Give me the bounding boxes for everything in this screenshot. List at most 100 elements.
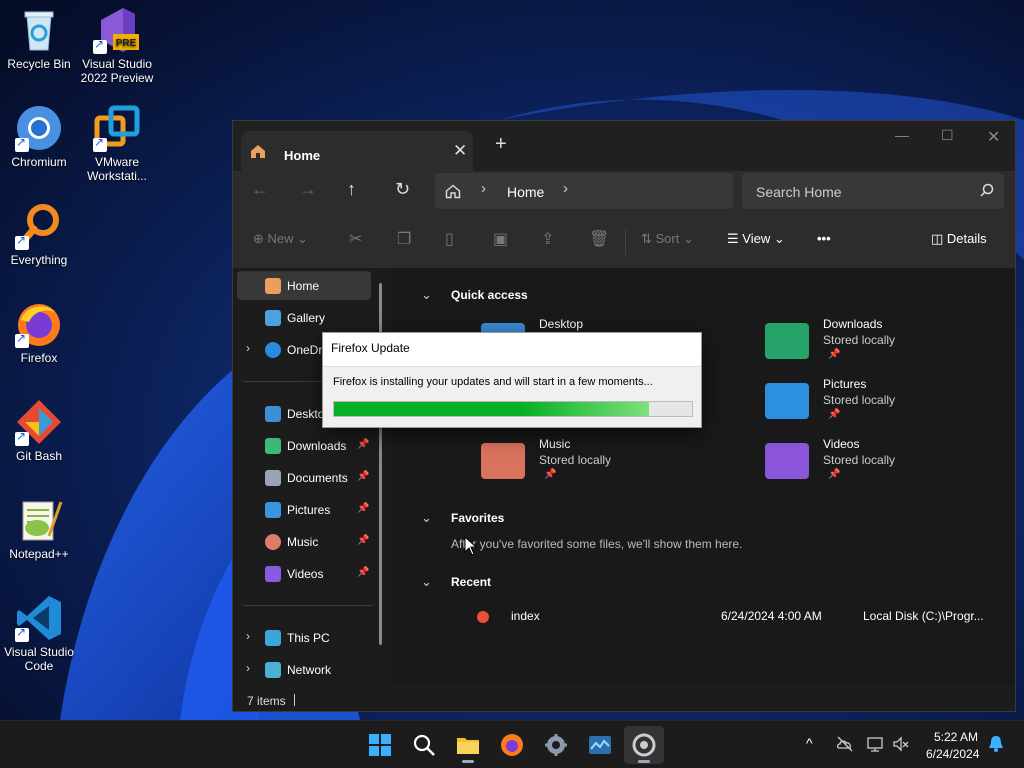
sidebar-item-gallery[interactable]: Gallery [237,303,371,332]
forward-button[interactable]: → [299,179,317,200]
pin-icon: 📌 [357,439,370,450]
copy-icon[interactable]: ❐ [397,229,411,249]
file-explorer-icon [457,738,479,754]
sort-button[interactable]: ⇅ Sort ⌄ [641,231,694,247]
taskbar: ^ 5:22 AM 6/24/2024 [0,720,1024,768]
taskbar-firefox-updater[interactable] [624,726,664,764]
sidebar-item-documents[interactable]: Documents 📌 [237,463,371,492]
address-bar[interactable]: › Home › [435,173,733,209]
sidebar-item-videos[interactable]: Videos 📌 [237,559,371,588]
desktop-icon-firefox[interactable]: Firefox [0,300,78,365]
desktop-icon-chromium[interactable]: Chromium [0,104,78,169]
dialog-title-bar[interactable]: Firefox Update [323,333,701,367]
cut-icon[interactable]: ✂ [349,229,362,249]
notification-bell-icon[interactable] [988,735,1004,753]
firefox-updater-icon [632,733,656,757]
desktop-icon-vscode[interactable]: Visual Studio Code [0,594,78,673]
breadcrumb-home[interactable]: Home [507,184,544,200]
expand-chevron-icon[interactable]: › [246,661,250,675]
taskbar-task-manager[interactable] [580,726,620,764]
command-bar: ⊕ New ⌄ ✂ ❐ ▯ ▣ ⇪ 🗑 ⇅ Sort ⌄ ☰ View ⌄ ••… [233,215,1015,269]
taskbar-search-button[interactable] [404,726,444,764]
collapse-chevron-icon[interactable]: ⌄ [421,510,432,526]
volume-muted-icon[interactable] [892,735,910,753]
folder-videos[interactable]: Videos Stored locally 📌 [765,437,985,491]
taskbar-firefox[interactable] [492,726,532,764]
sidebar-item-home[interactable]: Home [237,271,371,300]
music-icon [265,534,281,550]
section-quick-access[interactable]: ⌄ Quick access [421,287,621,307]
pictures-folder-icon [765,383,809,419]
close-button[interactable]: ✕ [987,127,1000,147]
folder-music[interactable]: Music Stored locally 📌 [481,437,701,491]
tab-home[interactable]: Home ✕ [241,131,473,171]
shortcut-arrow-icon [15,331,29,348]
expand-chevron-icon[interactable]: › [246,629,250,643]
network-icon[interactable] [866,735,884,753]
sidebar-item-pictures[interactable]: Pictures 📌 [237,495,371,524]
breadcrumb-chevron-icon[interactable]: › [481,180,486,197]
section-recent[interactable]: ⌄ Recent [421,574,621,594]
back-button[interactable]: ← [251,179,269,200]
breadcrumb-chevron-icon[interactable]: › [563,180,568,197]
sidebar-item-music[interactable]: Music 📌 [237,527,371,556]
desktop-icon-everything[interactable]: Everything [0,202,78,267]
videos-icon [265,566,281,582]
start-button[interactable] [360,726,400,764]
status-separator [294,694,295,706]
more-options-button[interactable]: ••• [817,231,831,246]
running-indicator [462,760,474,763]
sidebar-item-network[interactable]: › Network [237,655,371,684]
recent-file-location: Local Disk (C:)\Progr... [863,609,984,623]
sidebar-item-downloads[interactable]: Downloads 📌 [237,431,371,460]
folder-downloads[interactable]: Downloads Stored locally 📌 [765,317,985,371]
desktop-icon-git-bash[interactable]: Git Bash [0,398,78,463]
clock-time[interactable]: 5:22 AM [934,730,978,744]
tab-close-button[interactable]: ✕ [453,141,467,161]
home-icon [265,278,281,294]
clock-date[interactable]: 6/24/2024 [926,747,979,761]
mouse-cursor-icon [464,536,478,556]
shortcut-arrow-icon [15,625,29,642]
new-tab-button[interactable]: + [495,133,507,156]
tray-overflow-chevron-icon[interactable]: ^ [806,735,813,751]
minimize-button[interactable]: — [895,127,909,143]
paste-icon[interactable]: ▯ [445,229,454,249]
sidebar-separator [243,605,373,606]
search-input[interactable]: Search Home [742,173,1004,209]
search-placeholder: Search Home [756,184,842,200]
up-button[interactable]: ↑ [347,179,356,200]
item-count: 7 items [247,694,286,708]
shortcut-arrow-icon [15,135,29,152]
section-title: Quick access [451,288,528,302]
details-button[interactable]: ◫ Details [931,231,987,247]
folder-pictures[interactable]: Pictures Stored locally 📌 [765,377,985,431]
view-button[interactable]: ☰ View ⌄ [727,231,785,247]
maximize-button[interactable]: ☐ [941,127,954,144]
rename-icon[interactable]: ▣ [493,229,508,249]
section-favorites[interactable]: ⌄ Favorites [421,510,621,530]
delete-icon[interactable]: 🗑 [589,229,609,249]
taskbar-settings[interactable] [536,726,576,764]
pin-icon: 📌 [357,567,370,578]
collapse-chevron-icon[interactable]: ⌄ [421,574,432,590]
new-button[interactable]: ⊕ New ⌄ [253,231,308,247]
firefox-update-dialog[interactable]: Firefox Update Firefox is installing you… [322,332,702,428]
documents-icon [265,470,281,486]
taskbar-file-explorer[interactable] [448,726,488,764]
onedrive-offline-icon[interactable] [836,735,854,753]
collapse-chevron-icon[interactable]: ⌄ [421,287,432,303]
desktop-icon-visual-studio-preview[interactable]: PRE Visual Studio 2022 Preview [78,6,156,85]
share-icon[interactable]: ⇪ [541,229,554,249]
desktop-icon-notepad-plus-plus[interactable]: Notepad++ [0,496,78,561]
downloads-folder-icon [765,323,809,359]
dialog-message: Firefox is installing your updates and w… [333,376,653,388]
pin-icon: 📌 [357,535,370,546]
this-pc-icon [265,630,281,646]
title-bar[interactable]: Home ✕ + — ☐ ✕ [233,121,1015,171]
desktop-icon-vmware[interactable]: VMware Workstati... [78,104,156,183]
sidebar-item-this-pc[interactable]: › This PC [237,623,371,652]
expand-chevron-icon[interactable]: › [246,341,250,355]
refresh-button[interactable]: ↻ [395,179,410,200]
desktop-icon-recycle-bin[interactable]: Recycle Bin [0,6,78,71]
